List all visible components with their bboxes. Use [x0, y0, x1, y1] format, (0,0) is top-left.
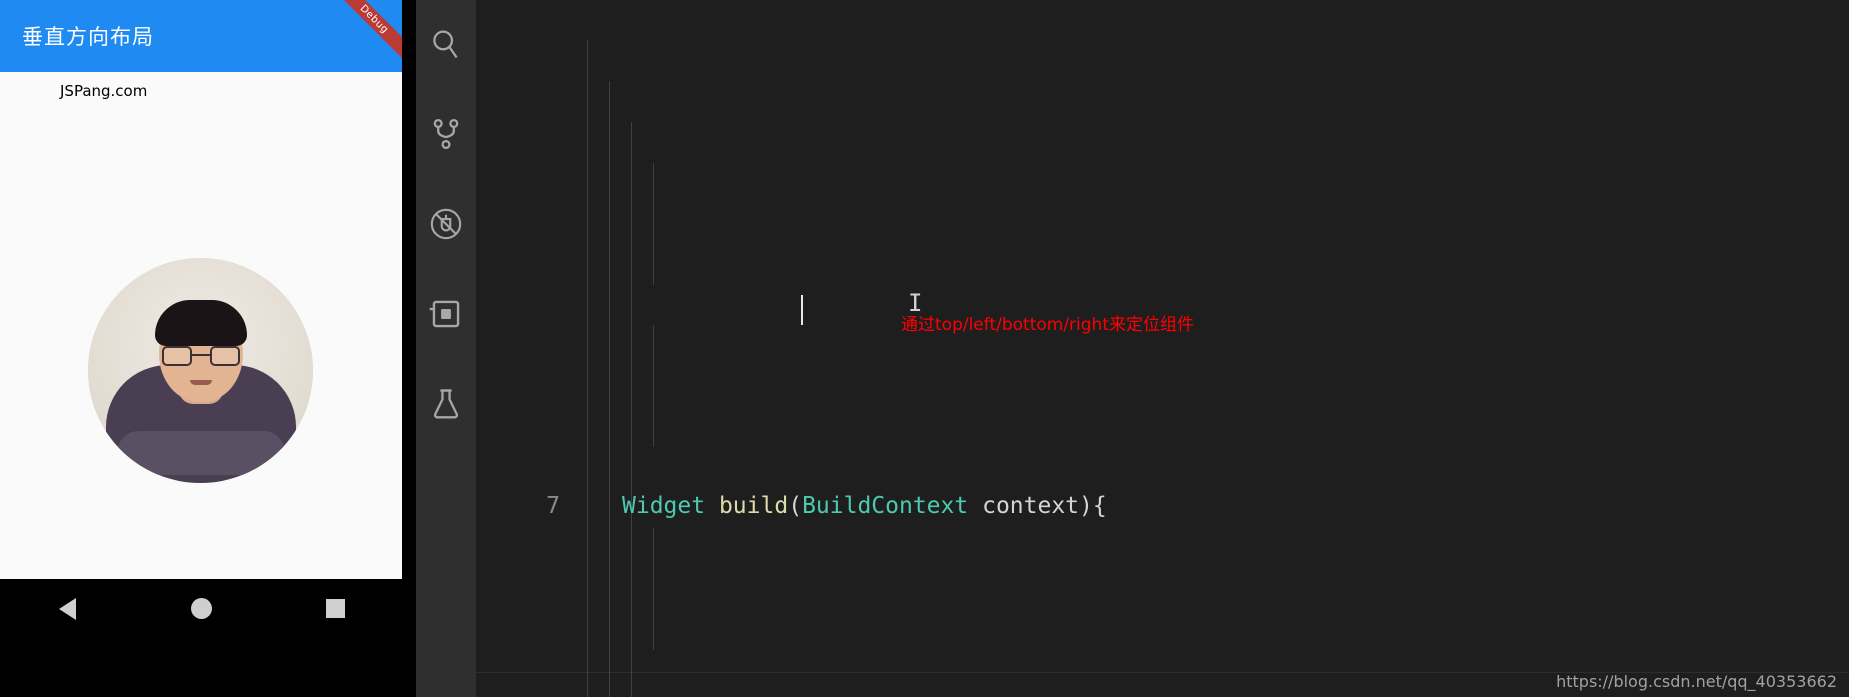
source-control-icon[interactable]	[416, 104, 476, 164]
home-icon[interactable]	[181, 594, 221, 624]
portrait-arms	[116, 431, 285, 475]
line-number: 7	[546, 493, 560, 519]
indent-guide	[653, 325, 654, 447]
window-gap	[402, 0, 416, 697]
portrait-hair	[154, 300, 247, 346]
watermark: https://blog.csdn.net/qq_40353662	[1556, 672, 1837, 691]
emulator-screen[interactable]: 垂直方向布局 Debug JSPang.com	[0, 0, 402, 638]
indent-guide	[653, 163, 654, 285]
token-param-type: BuildContext	[802, 493, 969, 519]
activity-bar[interactable]	[416, 0, 476, 697]
back-icon[interactable]	[47, 594, 87, 624]
search-icon[interactable]	[416, 14, 476, 74]
line-number: 8	[476, 689, 560, 697]
portrait-mouth	[189, 380, 212, 385]
debug-ribbon: Debug	[322, 0, 402, 71]
red-annotation-text: 通过top/left/bottom/right来定位组件	[901, 315, 1195, 335]
glasses-lens-right	[209, 346, 240, 366]
app-bar: 垂直方向布局 Debug	[0, 0, 402, 72]
screenshot-root: 垂直方向布局 Debug JSPang.com 7 Widget build(B…	[0, 0, 1849, 697]
indent-guide	[631, 122, 632, 697]
code-editor[interactable]: 7 Widget build(BuildContext context){ 8 …	[476, 0, 1849, 697]
code-line[interactable]: 7 Widget build(BuildContext context){	[476, 486, 1849, 527]
line-code[interactable]: var stack = new Stack(	[560, 689, 949, 697]
glasses-bridge	[191, 354, 210, 356]
circle-avatar	[88, 258, 313, 483]
line-code[interactable]: Widget build(BuildContext context){	[560, 486, 1107, 527]
recents-icon[interactable]	[315, 594, 355, 624]
extensions-icon[interactable]	[416, 284, 476, 344]
indent-guide	[653, 528, 654, 650]
android-navigation-bar[interactable]	[0, 579, 402, 638]
android-emulator[interactable]: 垂直方向布局 Debug JSPang.com	[0, 0, 402, 697]
app-bar-title: 垂直方向布局	[22, 25, 154, 49]
portrait-glasses	[161, 346, 240, 366]
testing-flask-icon[interactable]	[416, 374, 476, 434]
token-param: context	[982, 493, 1080, 519]
text-cursor	[801, 295, 803, 325]
indent-guide	[609, 81, 610, 697]
glasses-lens-left	[161, 346, 192, 366]
positioned-text-top-left: JSPang.com	[60, 82, 148, 100]
stack-widget-area: JSPang.com	[0, 72, 402, 638]
code-content[interactable]: 7 Widget build(BuildContext context){ 8 …	[476, 0, 1849, 697]
debug-no-icon[interactable]	[416, 194, 476, 254]
avatar-image	[88, 258, 313, 483]
token-function: build	[718, 493, 789, 519]
token-type: Widget	[622, 493, 706, 519]
indent-guide	[587, 40, 588, 697]
